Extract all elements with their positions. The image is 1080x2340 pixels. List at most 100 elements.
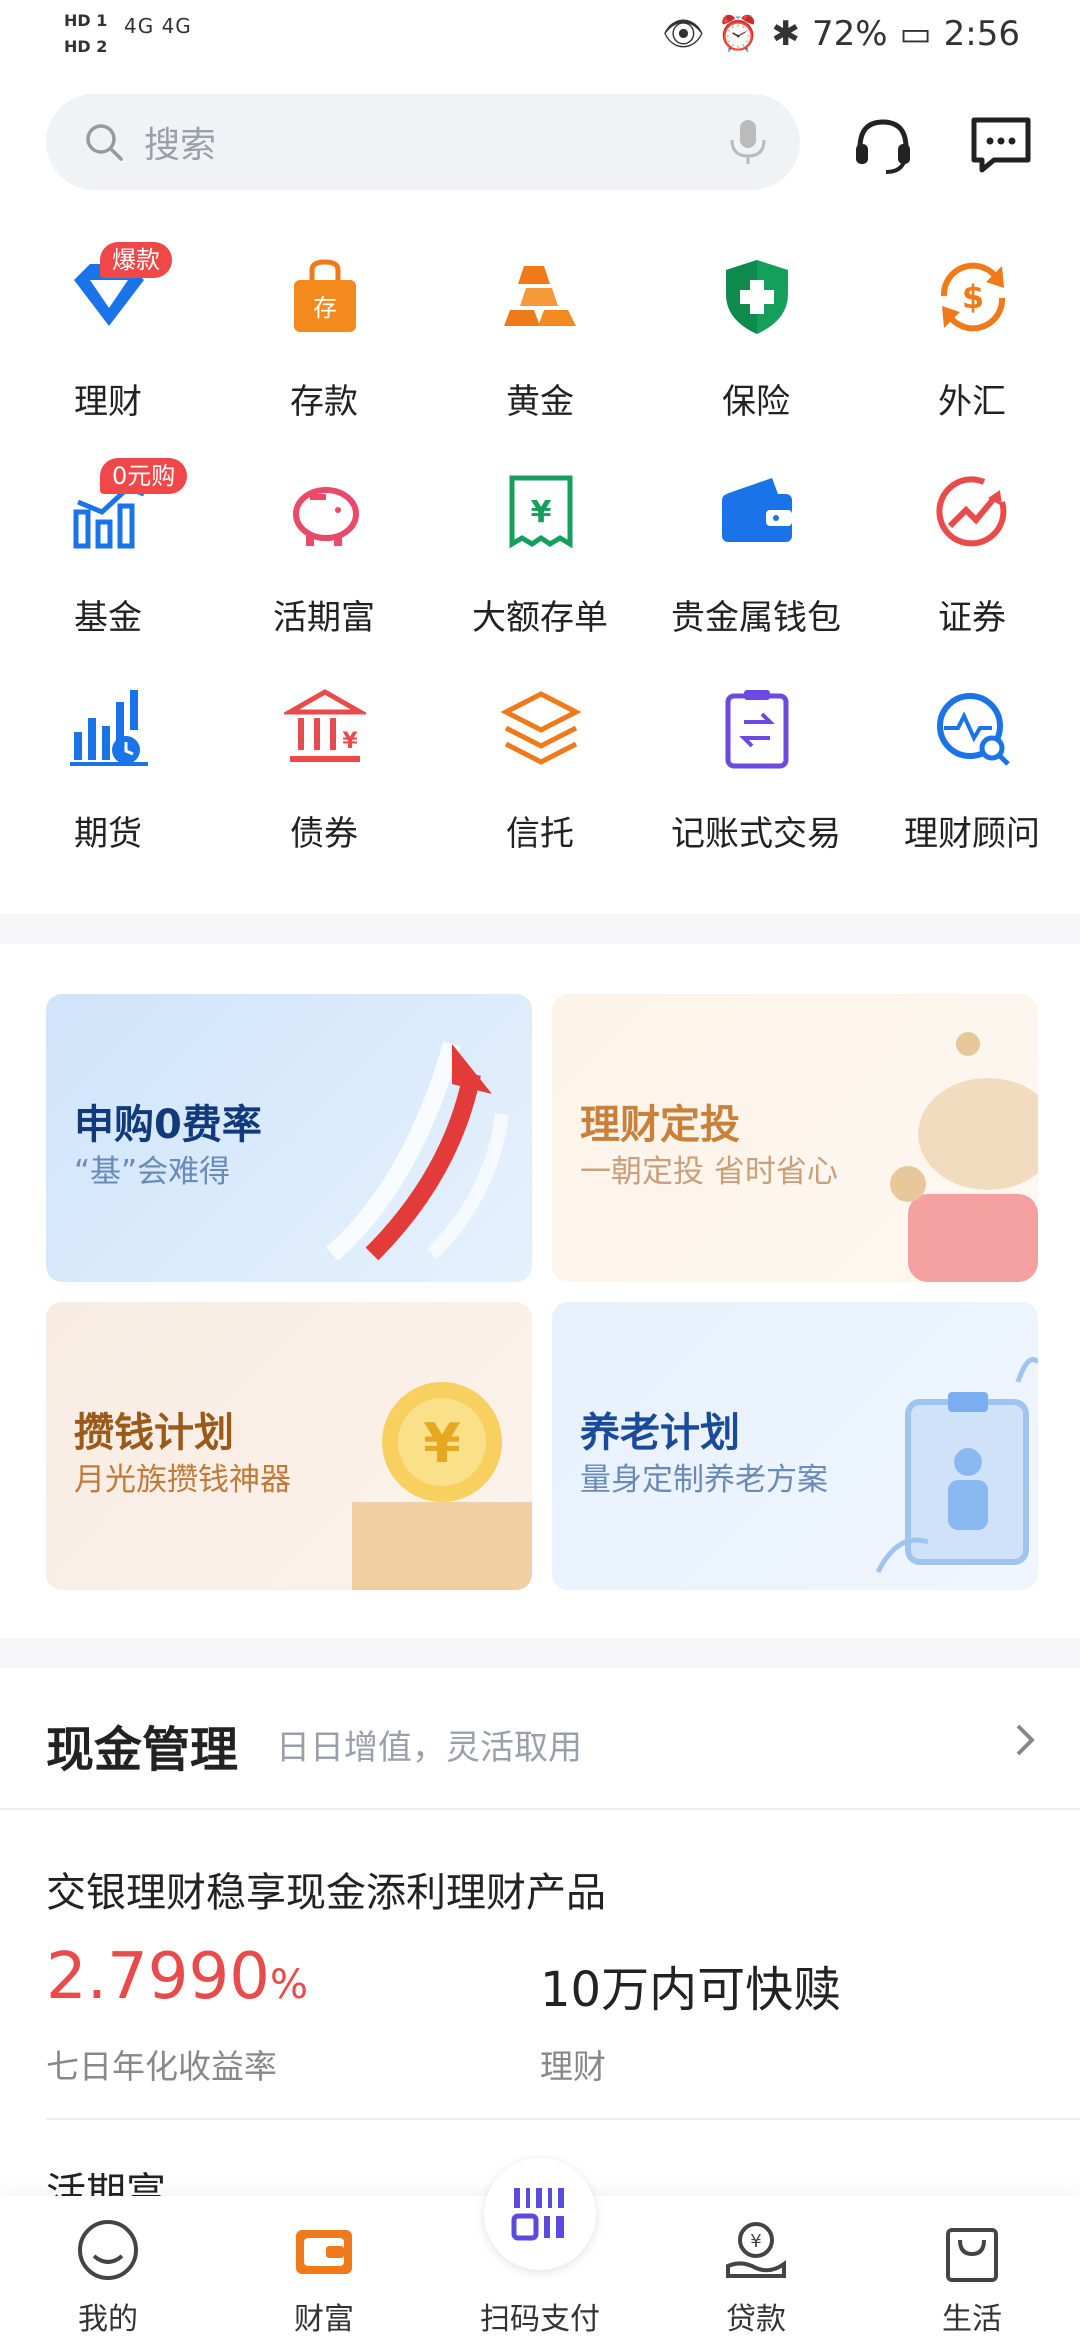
svg-text:存: 存	[313, 294, 337, 322]
promo-card-savings[interactable]: ¥ 攒钱计划 月光族攒钱神器	[46, 1302, 532, 1590]
grid-item-baoxian[interactable]: 保险	[648, 206, 864, 422]
battery-icon: ▭	[899, 14, 932, 54]
grid-item-qihuo[interactable]: 期货	[0, 638, 216, 854]
search-icon	[86, 124, 123, 161]
grid-item-zhengquan[interactable]: 证券	[864, 422, 1080, 638]
grid-item-licai[interactable]: 爆款 理财	[0, 206, 216, 422]
clipboard-exchange-icon	[725, 690, 789, 769]
customer-service-icon[interactable]	[850, 112, 916, 178]
status-bar: HD 1 HD 2 4G 4G 👁 ⏰ ✱ 72% ▭ 2:56	[0, 0, 1080, 76]
deposit-bag-icon: 存	[294, 259, 356, 332]
advisor-search-icon	[937, 693, 1010, 766]
tab-mine[interactable]: 我的	[0, 2196, 216, 2340]
svg-text:¥: ¥	[750, 2231, 761, 2252]
layers-icon	[500, 691, 582, 765]
quick-redeem: 10万内可快赎	[540, 1962, 842, 2018]
product-name: 交银理财稳享现金添利理财产品	[46, 1870, 606, 1916]
wealth-wallet-icon	[296, 2230, 352, 2274]
chevron-right-icon[interactable]	[1010, 1720, 1040, 1760]
grid-item-huangjin[interactable]: 黄金	[432, 206, 648, 422]
section-title: 现金管理	[46, 1722, 239, 1778]
tab-wealth[interactable]: 财富	[216, 2196, 432, 2340]
tab-label: 扫码支付	[480, 2302, 600, 2337]
wallet-icon	[722, 478, 792, 542]
search-area: 搜索	[0, 76, 1080, 206]
scan-pay-button[interactable]	[484, 2158, 596, 2270]
rate-unit: %	[269, 1962, 308, 2008]
grid-label: 外汇	[938, 382, 1006, 422]
rising-arrow-illustration	[326, 1041, 509, 1261]
promo-card-zero-fee[interactable]: 申购0费率 “基”会难得	[46, 994, 532, 1282]
status-right: 👁 ⏰ ✱ 72% ▭ 2:56	[662, 14, 1020, 54]
grid-item-daecundan[interactable]: ¥ 大额存单	[432, 422, 648, 638]
promo-section: 申购0费率 “基”会难得 理财定投 一朝定投 省时省心 ¥ 攒钱计划 月光族攒钱…	[0, 944, 1080, 1638]
sim1-label: HD 1	[64, 11, 108, 30]
promo-title: 申购0费率	[74, 1102, 262, 1148]
promo-subtitle: 量身定制养老方案	[580, 1462, 828, 1498]
grid-item-xintuo[interactable]: 信托	[432, 638, 648, 854]
currency-exchange-icon: $	[940, 262, 1006, 332]
microphone-icon[interactable]	[726, 118, 770, 166]
sim2-label: HD 2	[64, 37, 108, 56]
sim-indicators: HD 1 HD 2	[64, 8, 107, 60]
grid-item-cunkuan[interactable]: 存 存款	[216, 206, 432, 422]
receipt-icon: ¥	[509, 475, 573, 549]
grid-label: 期货	[74, 814, 142, 854]
grid-item-jizhangshi[interactable]: 记账式交易	[648, 638, 864, 854]
grid-item-waihui[interactable]: $ 外汇	[864, 206, 1080, 422]
promo-title: 攒钱计划	[74, 1410, 234, 1456]
scan-code-icon	[511, 2188, 564, 2241]
grid-label: 大额存单	[472, 598, 608, 638]
promo-title: 理财定投	[580, 1102, 740, 1148]
alarm-icon: ⏰	[717, 14, 760, 54]
shield-icon	[726, 260, 788, 334]
grid-label: 债券	[290, 814, 358, 854]
coin-illustration: ¥	[352, 1382, 532, 1590]
bond-bank-icon: ¥	[284, 689, 366, 762]
search-input[interactable]: 搜索	[46, 94, 800, 190]
promo-title: 养老计划	[580, 1410, 740, 1456]
svg-text:¥: ¥	[423, 1412, 461, 1475]
grid-label: 活期富	[273, 598, 375, 638]
zero-buy-badge: 0元购	[100, 458, 188, 494]
svg-text:¥: ¥	[531, 495, 552, 530]
tab-life[interactable]: 生活	[864, 2196, 1080, 2340]
gold-piggy-illustration	[890, 1032, 1038, 1282]
grid-item-guijinshu[interactable]: 贵金属钱包	[648, 422, 864, 638]
loan-hand-icon: ¥	[726, 2222, 786, 2278]
promo-subtitle: 月光族攒钱神器	[74, 1462, 291, 1498]
promo-subtitle: 一朝定投 省时省心	[580, 1154, 838, 1190]
grid-label: 记账式交易	[671, 814, 841, 854]
futures-chart-icon	[70, 690, 148, 766]
grid-item-licaiguwen[interactable]: 理财顾问	[864, 638, 1080, 854]
grid-label: 黄金	[506, 382, 574, 422]
hot-badge: 爆款	[100, 242, 172, 278]
tab-loan[interactable]: ¥ 贷款	[648, 2196, 864, 2340]
promo-card-dingtou[interactable]: 理财定投 一朝定投 省时省心	[552, 994, 1038, 1282]
piggy-bank-icon	[293, 487, 359, 546]
grid-label: 存款	[290, 382, 358, 422]
bluetooth-icon: ✱	[771, 14, 800, 54]
grid-label: 理财顾问	[904, 814, 1040, 854]
shopping-bag-icon	[946, 2228, 998, 2282]
tab-label: 财富	[294, 2302, 354, 2337]
promo-card-pension[interactable]: 养老计划 量身定制养老方案	[552, 1302, 1038, 1590]
gold-bars-icon	[504, 266, 576, 326]
grid-label: 信托	[506, 814, 574, 854]
tab-label: 我的	[78, 2302, 138, 2337]
divider	[46, 2118, 1080, 2120]
message-icon[interactable]	[968, 112, 1034, 178]
promo-subtitle: “基”会难得	[74, 1154, 231, 1190]
svg-text:$: $	[962, 278, 984, 316]
grid-item-zhaiquan[interactable]: ¥ 债券	[216, 638, 432, 854]
grid-item-huoqifu[interactable]: 活期富	[216, 422, 432, 638]
grid-label: 贵金属钱包	[671, 598, 841, 638]
cash-management-header[interactable]: 现金管理 日日增值，灵活取用	[0, 1668, 1080, 1810]
quick-redeem-label: 理财	[540, 2047, 606, 2086]
grid-label: 理财	[74, 382, 142, 422]
grid-label: 保险	[722, 382, 790, 422]
rate-label: 七日年化收益率	[46, 2047, 277, 2086]
signal-indicator: 4G 4G	[124, 14, 192, 38]
grid-item-jijin[interactable]: 0元购 基金	[0, 422, 216, 638]
battery-percent: 72%	[811, 14, 888, 54]
